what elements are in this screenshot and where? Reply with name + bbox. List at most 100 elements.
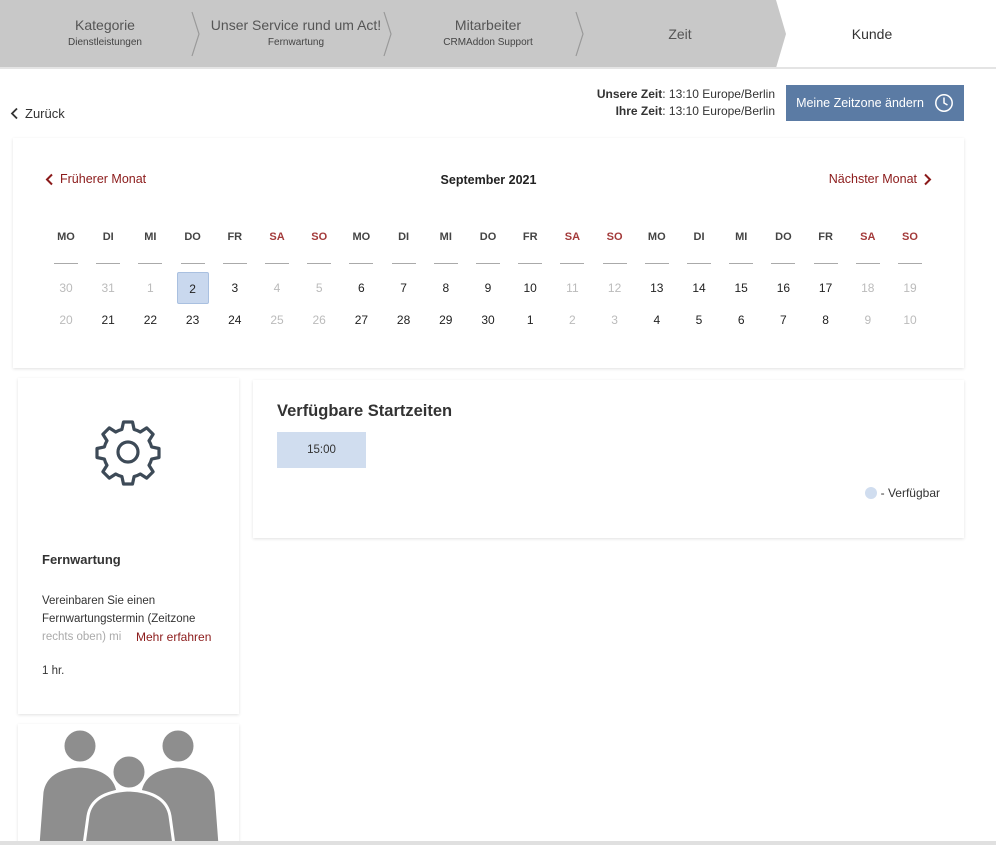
weekday-header: SA	[551, 231, 593, 264]
calendar-day: 5	[315, 281, 323, 295]
weekday-header: SA	[256, 231, 298, 264]
calendar-day[interactable]: 23	[177, 304, 209, 336]
weekday-header: MO	[45, 231, 87, 264]
calendar-day[interactable]: 9	[472, 272, 504, 304]
weekday-header: MI	[720, 231, 762, 264]
weekday-underline	[349, 263, 374, 264]
weekday-label: SA	[860, 231, 876, 243]
calendar-day[interactable]: 13	[641, 272, 673, 304]
step-zeit[interactable]: Zeit	[584, 0, 776, 68]
calendar-day[interactable]: 6	[725, 304, 757, 336]
calendar-day[interactable]: 1	[514, 304, 546, 336]
weekday-underline	[560, 263, 585, 264]
calendar-day: 30	[59, 281, 73, 295]
weekday-label: SO	[606, 231, 623, 243]
weekday-label: DO	[479, 231, 497, 243]
step-title: Unser Service rund um Act!	[210, 17, 382, 33]
time-slot-button[interactable]: 15:00	[277, 432, 366, 468]
service-title: Fernwartung	[42, 552, 121, 567]
step-kategorie[interactable]: Kategorie Dienstleistungen	[10, 0, 200, 68]
back-label: Zurück	[25, 106, 65, 121]
calendar-day[interactable]: 29	[430, 304, 462, 336]
legend-dot-icon	[864, 487, 877, 499]
calendar-day: 20	[59, 313, 73, 327]
legend-label: - Verfügbar	[880, 486, 940, 500]
calendar-day: 4	[273, 281, 281, 295]
calendar-day-selected[interactable]: 2	[176, 272, 209, 304]
calendar-day: 3	[611, 313, 618, 327]
chevron-right-icon	[924, 173, 932, 185]
weekday-header: FR	[509, 231, 551, 264]
next-month-button[interactable]: Nächster Monat	[829, 172, 932, 186]
weekday-header: FR	[214, 231, 256, 264]
step-service[interactable]: Unser Service rund um Act! Fernwartung	[200, 0, 392, 68]
weekday-header: DI	[383, 231, 425, 264]
our-time-value: : 13:10 Europe/Berlin	[662, 87, 775, 101]
page-bottom-border	[0, 841, 996, 845]
calendar-day[interactable]: 4	[641, 304, 673, 336]
calendar-day[interactable]: 3	[219, 272, 251, 304]
month-title: September 2021	[440, 173, 537, 187]
calendar-day: 18	[861, 281, 875, 295]
weekday-header: MI	[425, 231, 467, 264]
service-duration: 1 hr.	[42, 665, 65, 677]
description-line: Vereinbaren Sie einen	[42, 595, 156, 607]
weekday-underline	[433, 263, 458, 264]
available-times-panel: Verfügbare Startzeiten 15:00 - Verfügbar	[253, 380, 964, 538]
weekday-underline	[602, 263, 627, 264]
calendar-day[interactable]: 21	[92, 304, 124, 336]
calendar-day[interactable]: 10	[514, 272, 546, 304]
step-kunde[interactable]: Kunde	[776, 0, 968, 68]
weekday-underline	[54, 263, 78, 264]
clock-icon	[934, 94, 953, 112]
calendar-day[interactable]: 8	[430, 272, 462, 304]
calendar-day[interactable]: 27	[345, 304, 377, 336]
calendar-day[interactable]: 6	[345, 272, 377, 304]
weekday-label: FR	[522, 231, 538, 243]
weekday-underline	[307, 263, 332, 264]
calendar-day[interactable]: 30	[472, 304, 504, 336]
weekday-label: SA	[269, 231, 285, 243]
calendar-day: 11	[566, 281, 579, 295]
weekday-underline	[898, 263, 922, 264]
step-subtitle: CRMAddon Support	[443, 37, 533, 48]
learn-more-link[interactable]: Mehr erfahren	[136, 630, 211, 644]
calendar-day[interactable]: 15	[725, 272, 757, 304]
calendar-day[interactable]: 22	[134, 304, 166, 336]
calendar-day[interactable]: 5	[683, 304, 715, 336]
calendar-day[interactable]: 24	[219, 304, 251, 336]
available-times-title: Verfügbare Startzeiten	[277, 402, 453, 420]
calendar-day[interactable]: 17	[810, 272, 842, 304]
calendar-day[interactable]: 7	[388, 272, 420, 304]
weekday-underline	[476, 263, 500, 264]
change-timezone-label: Meine Zeitzone ändern	[796, 96, 924, 110]
weekday-label: MO	[647, 231, 666, 243]
your-time-label: Ihre Zeit	[615, 104, 663, 118]
calendar-day: 1	[147, 281, 154, 295]
weekday-header: MO	[636, 231, 678, 264]
weekday-label: DI	[398, 231, 410, 243]
step-subtitle: Dienstleistungen	[68, 37, 142, 48]
calendar-day[interactable]: 7	[767, 304, 799, 336]
weekday-header: DO	[172, 231, 214, 264]
calendar-day[interactable]: 16	[767, 272, 799, 304]
weekday-underline	[265, 263, 289, 264]
weekday-underline	[771, 263, 796, 264]
back-link[interactable]: Zurück	[10, 106, 65, 121]
calendar-panel: Früherer Monat September 2021 Nächster M…	[13, 138, 964, 368]
change-timezone-button[interactable]: Meine Zeitzone ändern	[786, 85, 964, 121]
weekday-label: SA	[564, 231, 581, 243]
steps-divider	[0, 67, 996, 69]
calendar-day[interactable]: 8	[810, 304, 842, 336]
weekday-header: SO	[889, 231, 931, 264]
weekday-header: MI	[129, 231, 171, 264]
calendar-day[interactable]: 14	[683, 272, 715, 304]
calendar-day[interactable]: 28	[388, 304, 420, 336]
weekday-underline	[644, 263, 669, 264]
calendar-day: 2	[569, 313, 576, 327]
weekday-header: DO	[762, 231, 804, 264]
description-line: Fernwartungstermin (Zeitzone	[42, 613, 196, 625]
weekday-underline	[96, 263, 121, 264]
step-mitarbeiter[interactable]: Mitarbeiter CRMAddon Support	[392, 0, 584, 68]
weekday-underline	[391, 263, 416, 264]
